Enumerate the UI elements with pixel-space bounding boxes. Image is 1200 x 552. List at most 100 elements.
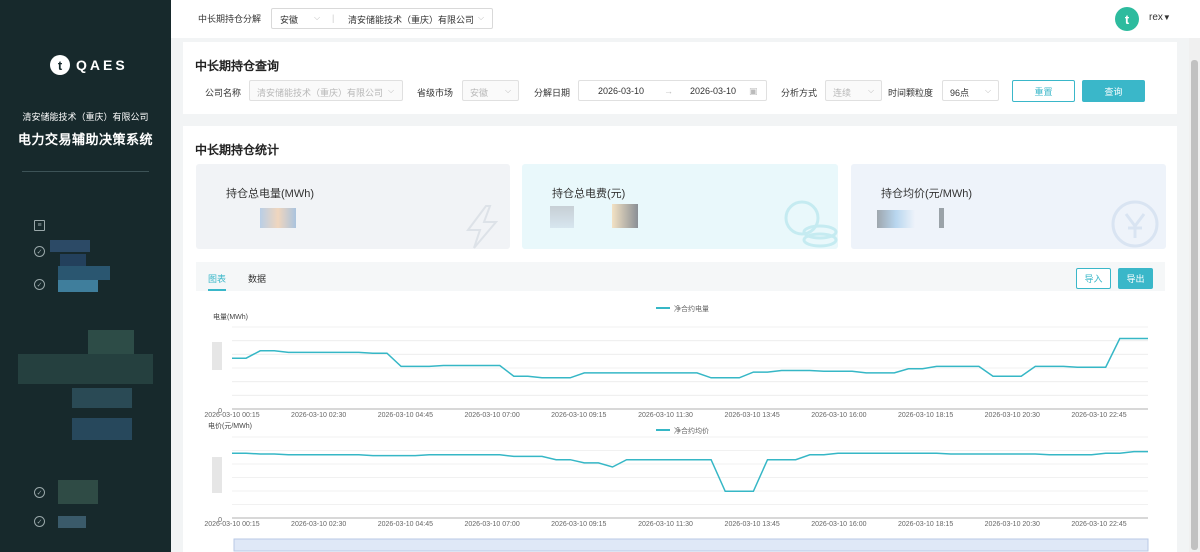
x-tick-label: 2026-03-10 22:45 — [1071, 521, 1126, 528]
method-label: 分析方式 — [781, 88, 818, 98]
nav-item-blurred[interactable] — [58, 280, 98, 292]
chart-price: 净合约均价 电价(元/MWh) 0 2026-03-10 00:15 2026-0… — [204, 421, 1148, 528]
import-button[interactable]: 导入 — [1076, 268, 1111, 289]
stat-value-blurred — [550, 206, 574, 228]
x-tick-label: 2026-03-10 13:45 — [725, 521, 780, 528]
nav-circle-icon[interactable]: ✓ — [34, 516, 45, 527]
user-name: rex — [1149, 12, 1163, 23]
province-value: 安徽 — [280, 15, 299, 25]
page-scrollbar[interactable] — [1189, 38, 1200, 552]
data-zoom-slider[interactable] — [233, 538, 1149, 552]
y-ticks-blurred — [212, 342, 222, 370]
x-tick-label: 2026-03-10 20:30 — [985, 412, 1040, 419]
end-date[interactable]: 2026-03-10 — [690, 86, 736, 96]
method-select[interactable]: 连续 ⌵ — [825, 80, 882, 101]
company-name: 清安储能技术（重庆）有限公司 — [22, 112, 149, 122]
x-tick-label: 2026-03-10 07:00 — [464, 521, 519, 528]
granularity-select[interactable]: 96点 ⌵ — [942, 80, 999, 101]
document-icon[interactable]: ≡ — [34, 220, 45, 231]
plant-icon: t — [50, 55, 70, 75]
system-name: 电力交易辅助决策系统 — [17, 132, 153, 147]
x-tick-label: 2026-03-10 13:45 — [725, 412, 780, 419]
province-label: 省级市场 — [417, 88, 454, 98]
chevron-down-icon: ⌵ — [868, 86, 875, 95]
chevron-down-icon: ⌵ — [478, 13, 485, 22]
chart-tabbar: 图表 数据 导入 导出 — [196, 262, 1165, 291]
yen-icon — [1111, 200, 1159, 248]
nav-circle-icon[interactable]: ✓ — [34, 487, 45, 498]
x-tick-labels: 2026-03-10 00:15 2026-03-10 02:30 2026-03-… — [204, 521, 1126, 528]
stat-label: 持仓均价(元/MWh) — [881, 188, 973, 200]
date-label: 分解日期 — [534, 88, 571, 98]
x-tick-label: 2026-03-10 04:45 — [378, 521, 433, 528]
x-tick-label: 2026-03-10 07:00 — [464, 412, 519, 419]
company-select-value: 清安储能技术（重庆）有限公司 — [257, 88, 384, 98]
avatar[interactable]: t — [1115, 7, 1139, 31]
y-ticks-blurred — [212, 457, 222, 493]
x-tick-label: 2026-03-10 16:00 — [811, 412, 866, 419]
chevron-down-icon: ⌵ — [388, 86, 395, 95]
x-tick-label: 2026-03-10 04:45 — [378, 412, 433, 419]
nav-item-blurred[interactable] — [60, 254, 86, 266]
nav-item-blurred[interactable] — [72, 418, 132, 440]
scroll-thumb[interactable] — [1191, 60, 1198, 550]
stat-label: 持仓总电费(元) — [552, 188, 626, 200]
x-tick-label: 2026-03-10 09:15 — [551, 412, 606, 419]
x-tick-label: 2026-03-10 16:00 — [811, 521, 866, 528]
date-range-picker[interactable]: 2026-03-10 → 2026-03-10 ▣ — [578, 80, 767, 101]
province-company-select[interactable]: 安徽 ⌵ | 清安储能技术（重庆）有限公司 ⌵ — [271, 8, 493, 29]
sidebar-divider — [22, 171, 149, 172]
stat-value-blurred — [260, 208, 296, 228]
nav-item-blurred[interactable] — [50, 240, 90, 252]
x-tick-label: 2026-03-10 11:30 — [638, 521, 693, 528]
query-title: 中长期持仓查询 — [195, 59, 280, 73]
nav-item-blurred[interactable] — [88, 330, 134, 354]
export-button[interactable]: 导出 — [1118, 268, 1153, 289]
nav-circle-icon[interactable]: ✓ — [34, 246, 45, 257]
y-axis-label: 电价(元/MWh) — [208, 421, 252, 430]
y-axis-label: 电量(MWh) — [213, 312, 248, 321]
nav-item-blurred[interactable] — [58, 480, 98, 504]
company-label: 公司名称 — [205, 88, 242, 98]
nav-circle-icon[interactable]: ✓ — [34, 279, 45, 290]
stat-card-fee: 持仓总电费(元) — [522, 164, 838, 249]
tab-chart[interactable]: 图表 — [208, 272, 227, 291]
legend-label[interactable]: 净合约均价 — [674, 426, 709, 435]
province-select-value: 安徽 — [470, 88, 489, 98]
x-tick-label: 2026-03-10 20:30 — [985, 521, 1040, 528]
tab-data[interactable]: 数据 — [248, 272, 266, 285]
method-select-value: 连续 — [833, 88, 852, 98]
x-tick-label: 2026-03-10 11:30 — [638, 412, 693, 419]
coins-icon — [784, 200, 838, 248]
reset-button[interactable]: 重置 — [1012, 80, 1075, 102]
stat-card-energy: 持仓总电量(MWh) — [196, 164, 510, 249]
company-select[interactable]: 清安储能技术（重庆）有限公司 ⌵ — [249, 80, 403, 101]
query-card — [183, 42, 1177, 114]
date-separator: → — [664, 86, 673, 96]
select-divider: | — [332, 13, 335, 23]
start-date[interactable]: 2026-03-10 — [598, 86, 644, 96]
nav-item-blurred[interactable] — [58, 516, 86, 528]
x-tick-label: 2026-03-10 02:30 — [291, 521, 346, 528]
user-menu[interactable]: rex▼ — [1149, 12, 1171, 23]
x-tick-label: 2026-03-10 22:45 — [1071, 412, 1126, 419]
chart-energy: 净合约电量 电量(MWh) 0 2026-03-10 00:15 2026-03-… — [204, 304, 1148, 419]
granularity-label: 时间颗粒度 — [888, 88, 934, 98]
logo: t QAES — [50, 55, 128, 75]
chevron-down-icon: ⌵ — [505, 86, 512, 95]
x-tick-label: 2026-03-10 00:15 — [204, 521, 259, 528]
stat-label: 持仓总电量(MWh) — [226, 188, 314, 200]
province-select[interactable]: 安徽 ⌵ — [462, 80, 519, 101]
nav-item-blurred[interactable] — [58, 266, 110, 280]
caret-down-icon: ▼ — [1162, 13, 1171, 22]
nav-item-blurred[interactable] — [72, 388, 132, 408]
x-tick-labels: 2026-03-10 00:15 2026-03-10 02:30 2026-03-… — [204, 412, 1126, 419]
x-tick-label: 2026-03-10 00:15 — [204, 412, 259, 419]
chevron-down-icon: ⌵ — [314, 13, 321, 22]
legend-label[interactable]: 净合约电量 — [674, 304, 709, 313]
module-label: 中长期持仓分解 — [198, 14, 262, 24]
nav-item-blurred[interactable] — [18, 354, 153, 384]
topbar: 中长期持仓分解 安徽 ⌵ | 清安储能技术（重庆）有限公司 ⌵ t rex▼ — [171, 0, 1200, 38]
query-button[interactable]: 查询 — [1082, 80, 1145, 102]
x-tick-label: 2026-03-10 18:15 — [898, 412, 953, 419]
